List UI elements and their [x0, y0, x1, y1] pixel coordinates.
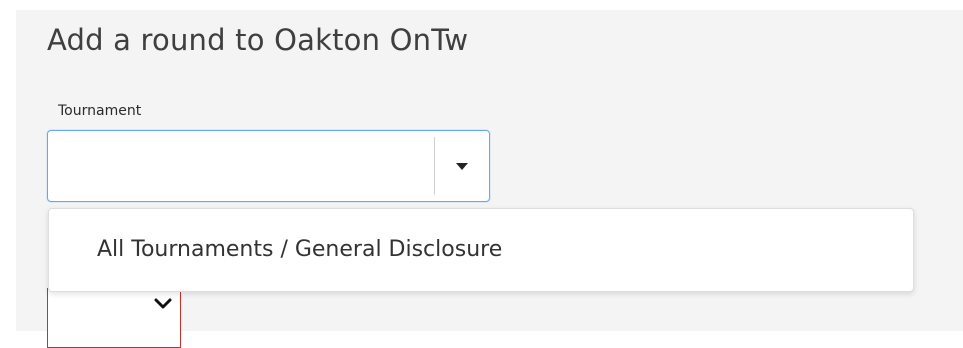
tournament-dropdown-menu: All Tournaments / General Disclosure	[48, 208, 914, 292]
tournament-select-value	[60, 131, 429, 201]
dropdown-option-all-tournaments[interactable]: All Tournaments / General Disclosure	[49, 209, 913, 291]
select-divider	[434, 137, 435, 195]
tournament-label: Tournament	[58, 103, 142, 119]
tournament-select[interactable]	[47, 130, 490, 202]
page-title: Add a round to Oakton OnTw	[47, 23, 469, 57]
chevron-down-icon	[154, 298, 172, 309]
secondary-select[interactable]	[47, 288, 181, 348]
caret-down-icon[interactable]	[456, 163, 468, 170]
